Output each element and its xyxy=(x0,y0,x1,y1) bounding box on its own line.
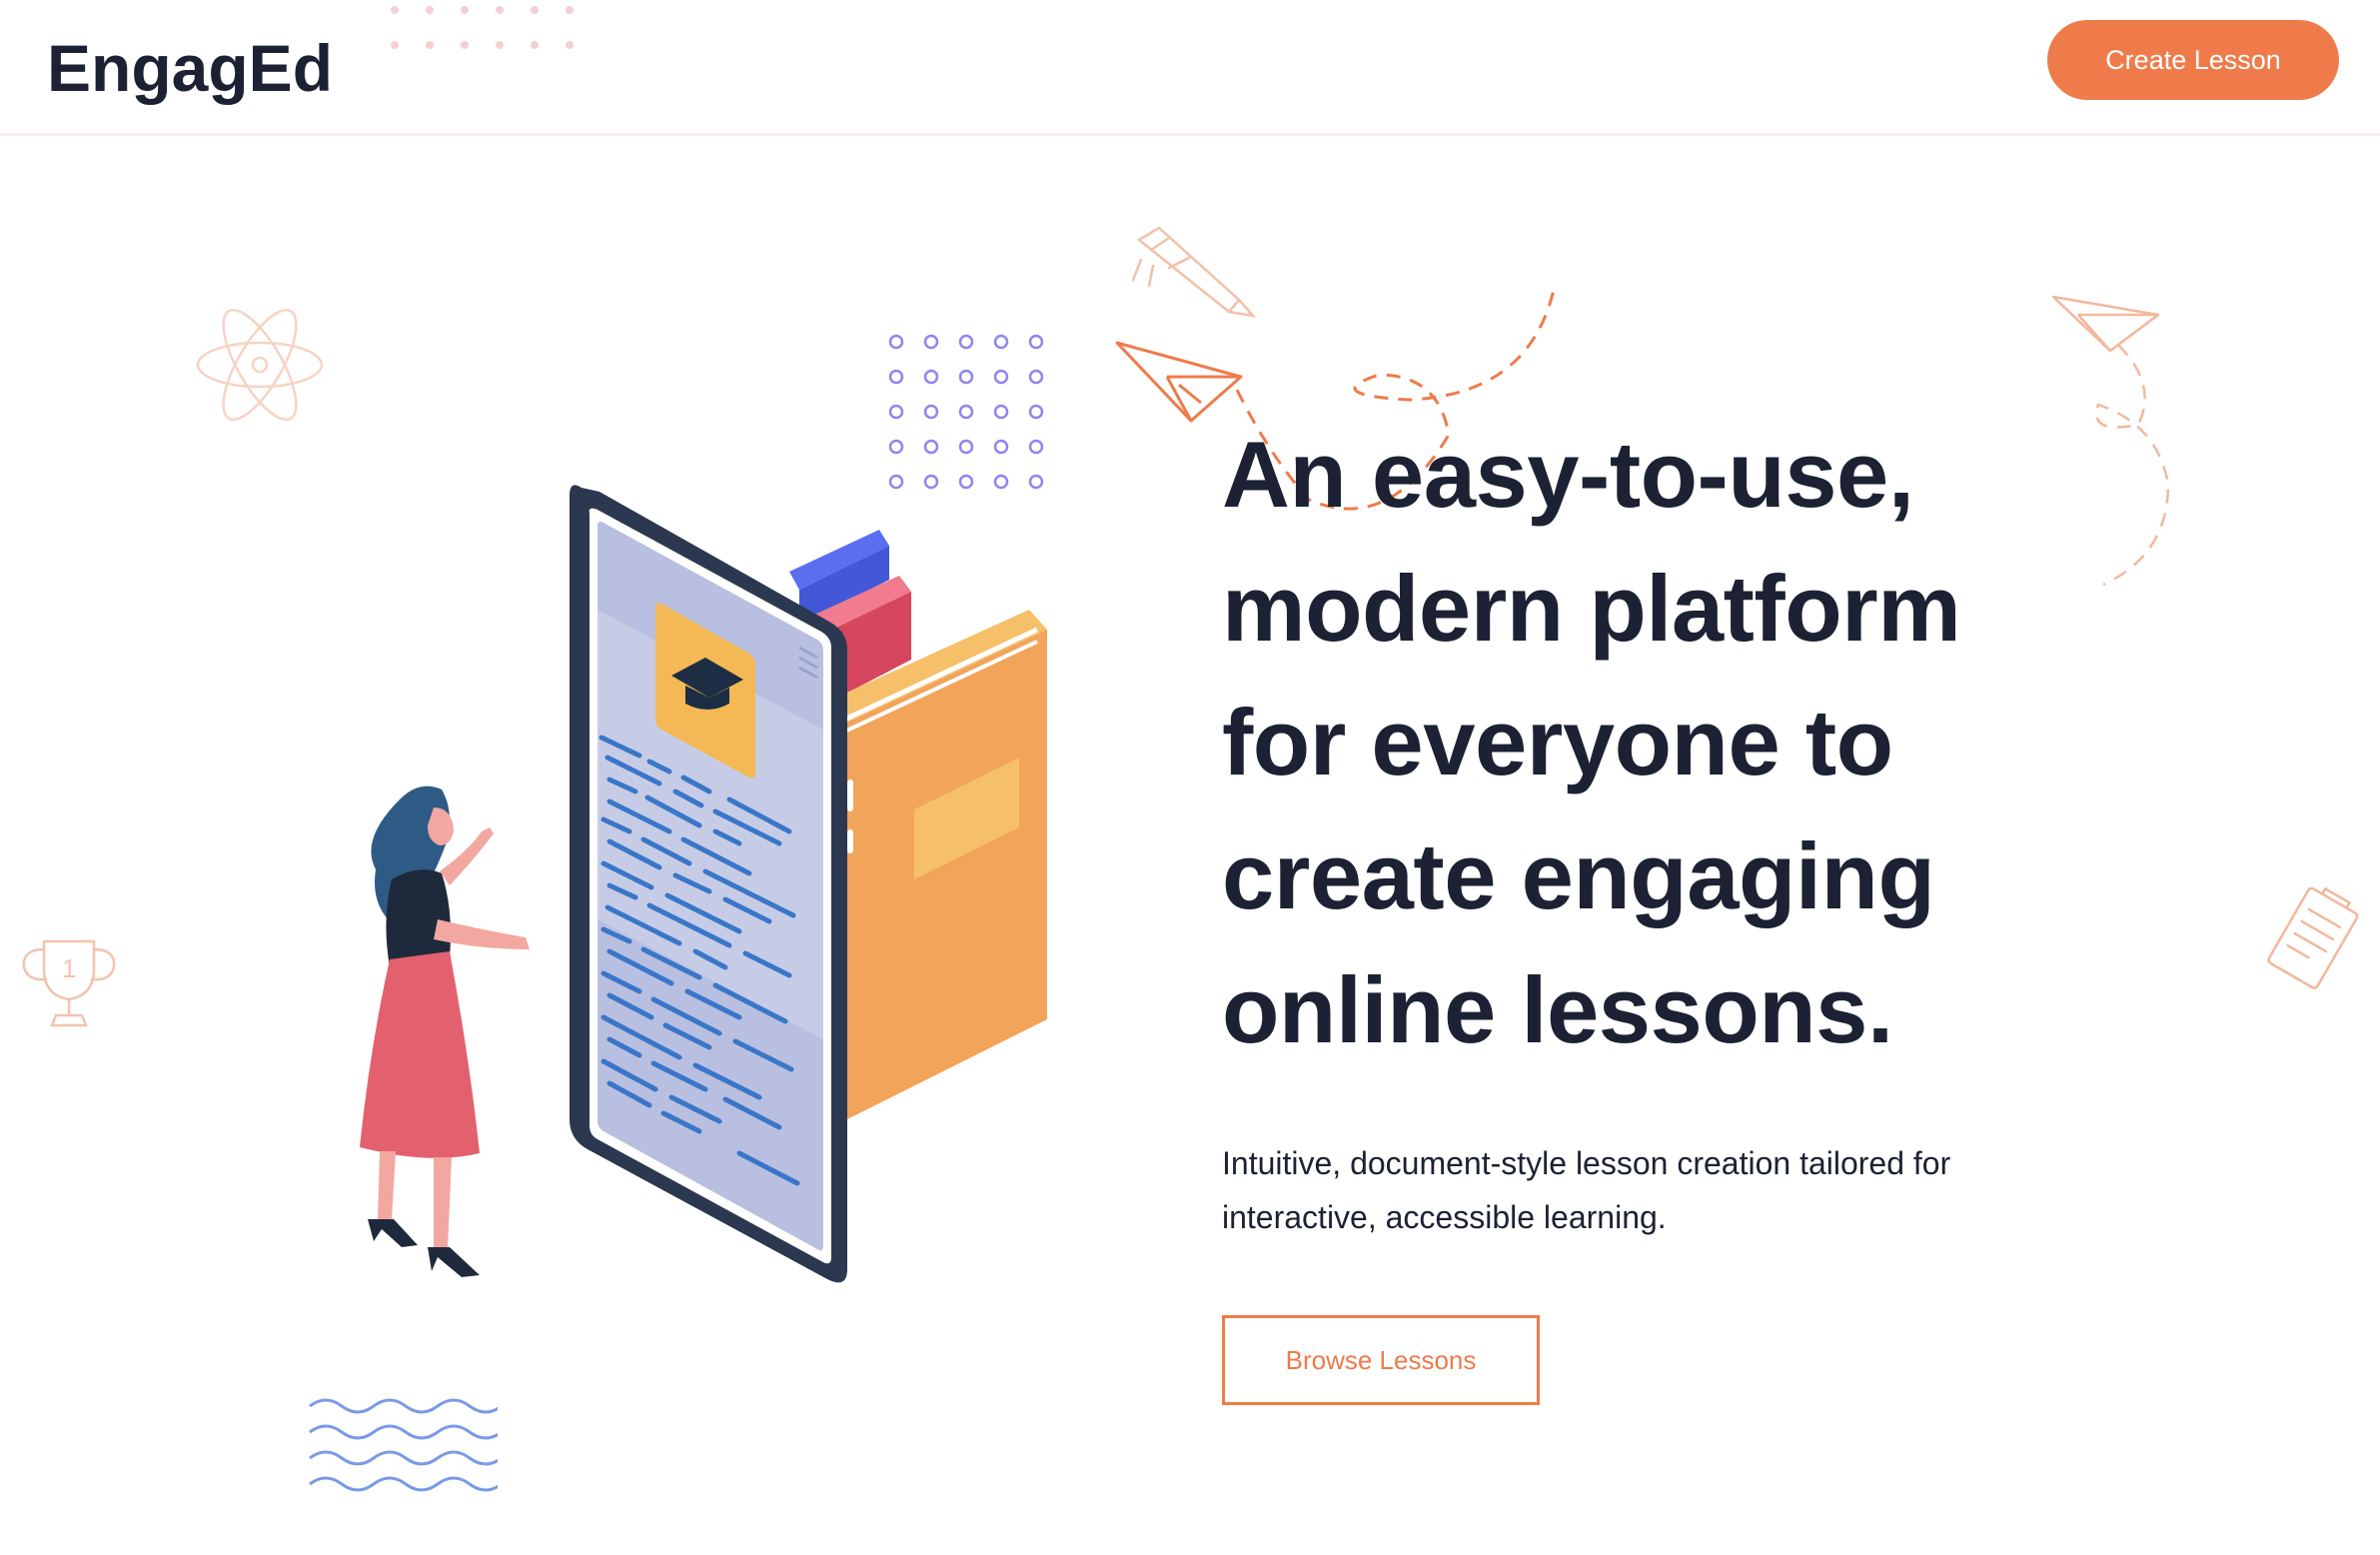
atom-icon xyxy=(196,308,324,422)
hero-illustration xyxy=(570,485,1047,1283)
svg-text:1: 1 xyxy=(62,953,76,983)
hero-title-line: create engaging xyxy=(1222,823,1935,928)
browse-lessons-button[interactable]: Browse Lessons xyxy=(1222,1315,1540,1405)
hero-subtitle: Intuitive, document-style lesson creatio… xyxy=(1222,1136,2041,1244)
logo[interactable]: EngagEd xyxy=(47,30,333,106)
dot-pattern-decoration xyxy=(391,6,574,49)
trophy-icon: 1 xyxy=(22,939,116,1027)
create-lesson-button[interactable]: Create Lesson xyxy=(2047,20,2339,100)
hero-title-line: for everyone to xyxy=(1222,690,1893,794)
wave-lines-decoration xyxy=(309,1398,498,1492)
hero-title: An easy-to-use, modern platform for ever… xyxy=(1222,408,2041,1077)
hero-title-line: An easy-to-use, xyxy=(1222,422,1914,527)
hero-subtitle-line: Intuitive, document-style lesson creatio… xyxy=(1222,1145,1951,1181)
dot-grid-decoration xyxy=(888,334,1044,490)
hero-title-line: online lessons. xyxy=(1222,957,1893,1062)
woman-figure xyxy=(360,785,530,1277)
top-nav: EngagEd Create Lesson xyxy=(0,0,2380,136)
paper-plane-icon xyxy=(2051,295,2170,587)
landing-page: EngagEd Create Lesson 1 An easy-to-use, … xyxy=(0,0,2380,1555)
hero-subtitle-line: interactive, accessible learning. xyxy=(1222,1199,1667,1235)
hero-title-line: modern platform xyxy=(1222,556,1961,661)
document-icon xyxy=(2267,886,2359,989)
